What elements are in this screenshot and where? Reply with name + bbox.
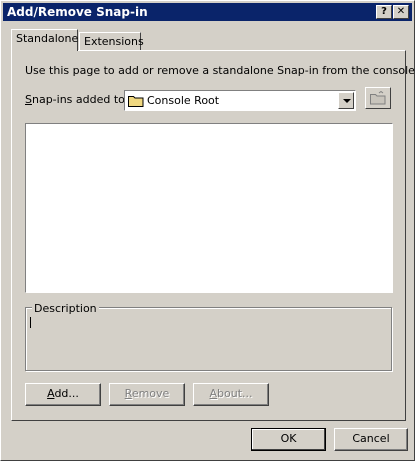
close-icon: ✕ bbox=[396, 6, 406, 17]
description-caret bbox=[30, 317, 31, 328]
tab-extensions-label: Extensions bbox=[84, 35, 144, 48]
browse-folder-button[interactable] bbox=[365, 87, 391, 109]
add-remove-snapin-dialog: Add/Remove Snap-in ? ✕ Standalone Extens… bbox=[0, 0, 415, 461]
cancel-button[interactable]: Cancel bbox=[334, 428, 408, 451]
snapins-added-to-combo[interactable]: Console Root bbox=[124, 90, 356, 111]
folder-icon bbox=[128, 96, 144, 107]
window-title: Add/Remove Snap-in bbox=[7, 5, 148, 19]
description-group bbox=[25, 307, 392, 371]
description-label: Description bbox=[32, 302, 99, 315]
close-button[interactable]: ✕ bbox=[393, 5, 409, 19]
tab-extensions[interactable]: Extensions bbox=[79, 32, 144, 52]
combo-value: Console Root bbox=[147, 94, 220, 107]
add-button[interactable]: Add... bbox=[25, 383, 101, 406]
remove-button[interactable]: Remove bbox=[109, 383, 185, 406]
browse-folder-icon bbox=[370, 91, 386, 105]
title-bar: Add/Remove Snap-in ? ✕ bbox=[3, 3, 412, 21]
instruction-text: Use this page to add or remove a standal… bbox=[25, 64, 415, 77]
snapins-list[interactable] bbox=[25, 123, 393, 293]
snapins-added-to-label: Snap-ins added to: bbox=[25, 93, 129, 106]
help-button[interactable]: ? bbox=[376, 5, 392, 19]
about-button[interactable]: About... bbox=[193, 383, 269, 406]
chevron-down-icon[interactable] bbox=[338, 92, 354, 109]
tab-standalone[interactable]: Standalone bbox=[11, 29, 78, 51]
tab-standalone-label: Standalone bbox=[16, 32, 79, 45]
ok-button[interactable]: OK bbox=[251, 428, 326, 451]
